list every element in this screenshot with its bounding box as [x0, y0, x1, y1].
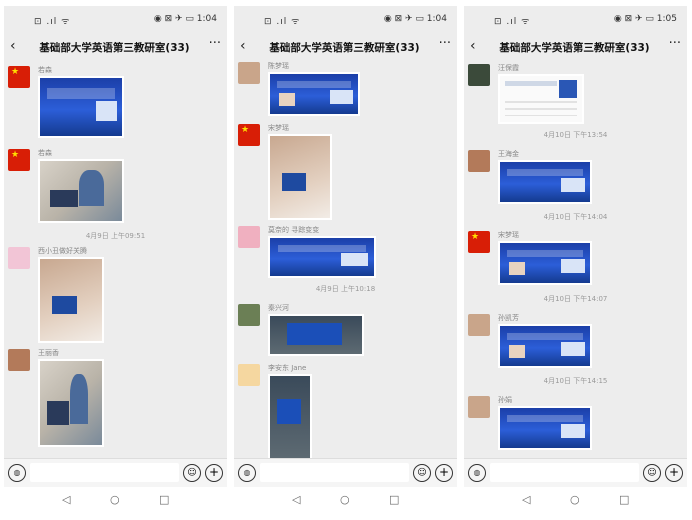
nav-home-icon[interactable]: ○	[110, 493, 120, 506]
nav-recent-icon[interactable]: □	[159, 493, 169, 506]
message-input[interactable]	[260, 463, 409, 482]
avatar[interactable]	[238, 62, 260, 84]
image-message[interactable]	[498, 324, 592, 368]
status-right: ◉ ⊠ ✈ ▭ 1:04	[383, 14, 447, 24]
chat-header: ‹ 基础部大学英语第三教研室(33) ···	[4, 36, 227, 58]
status-bar: ⊡ .ıl ᯤ ◉ ⊠ ✈ ▭ 1:04	[4, 6, 227, 30]
nav-home-icon[interactable]: ○	[570, 493, 580, 506]
chat-window-3: ⊡ .ıl ᯤ ◉ ⊠ ✈ ▭ 1:05 ‹ 基础部大学英语第三教研室(33) …	[464, 6, 687, 514]
timestamp: 4月10日 下午14:15	[543, 377, 608, 385]
sender-name: 西小丑做好关腾	[38, 247, 87, 255]
input-bar: ◍ ☺ +	[4, 458, 227, 487]
avatar[interactable]	[238, 124, 260, 146]
chat-window-1: ⊡ .ıl ᯤ ◉ ⊠ ✈ ▭ 1:04 ‹ 基础部大学英语第三教研室(33) …	[4, 6, 227, 514]
timestamp: 4月10日 下午14:07	[543, 295, 608, 303]
image-message[interactable]	[268, 374, 312, 460]
image-message[interactable]	[38, 359, 104, 447]
sender-name: 汪保霞	[498, 64, 519, 72]
status-right: ◉ ⊠ ✈ ▭ 1:04	[153, 14, 217, 24]
image-message[interactable]	[38, 76, 124, 138]
chat-title: 基础部大学英语第三教研室(33)	[39, 42, 190, 54]
image-message[interactable]	[268, 314, 364, 356]
nav-back-icon[interactable]: ◁	[292, 493, 300, 506]
back-icon[interactable]: ‹	[470, 38, 476, 54]
nav-recent-icon[interactable]: □	[619, 493, 629, 506]
sender-name: 若森	[38, 149, 52, 157]
status-left: ⊡ .ıl ᯤ	[264, 17, 301, 27]
chat-header: ‹ 基础部大学英语第三教研室(33) ···	[234, 36, 457, 58]
sender-name: 孙凯芳	[498, 314, 519, 322]
message-input[interactable]	[490, 463, 639, 482]
system-nav-bar: ◁ ○ □	[4, 487, 227, 514]
chat-header: ‹ 基础部大学英语第三教研室(33) ···	[464, 36, 687, 58]
more-icon[interactable]: ···	[209, 36, 221, 51]
status-bar: ⊡ .ıl ᯤ ◉ ⊠ ✈ ▭ 1:05	[464, 6, 687, 30]
nav-recent-icon[interactable]: □	[389, 493, 399, 506]
emoji-icon[interactable]: ☺	[413, 464, 431, 482]
timestamp: 4月10日 下午13:54	[543, 131, 608, 139]
status-bar: ⊡ .ıl ᯤ ◉ ⊠ ✈ ▭ 1:04	[234, 6, 457, 30]
timestamp: 4月10日 下午14:04	[543, 213, 608, 221]
sender-name: 李安东 Jane	[268, 364, 307, 372]
input-bar: ◍ ☺ +	[234, 458, 457, 487]
sender-name: 若森	[38, 66, 52, 74]
avatar[interactable]	[8, 66, 30, 88]
sender-name: 宋梦瑶	[268, 124, 289, 132]
chat-window-2: ⊡ .ıl ᯤ ◉ ⊠ ✈ ▭ 1:04 ‹ 基础部大学英语第三教研室(33) …	[234, 6, 457, 514]
image-message[interactable]	[268, 134, 332, 220]
sender-name: 陈梦瑶	[268, 62, 289, 70]
sender-name: 王丽香	[38, 349, 59, 357]
input-bar: ◍ ☺ +	[464, 458, 687, 487]
image-message[interactable]	[498, 160, 592, 204]
sender-name: 孙娟	[498, 396, 512, 404]
chat-title: 基础部大学英语第三教研室(33)	[269, 42, 420, 54]
avatar[interactable]	[8, 247, 30, 269]
image-message[interactable]	[38, 257, 104, 343]
avatar[interactable]	[468, 64, 490, 86]
image-message[interactable]	[268, 72, 360, 116]
status-left: ⊡ .ıl ᯤ	[34, 17, 71, 27]
chat-title: 基础部大学英语第三教研室(33)	[499, 42, 650, 54]
back-icon[interactable]: ‹	[10, 38, 16, 54]
avatar[interactable]	[468, 150, 490, 172]
system-nav-bar: ◁ ○ □	[464, 487, 687, 514]
nav-back-icon[interactable]: ◁	[62, 493, 70, 506]
nav-back-icon[interactable]: ◁	[522, 493, 530, 506]
status-left: ⊡ .ıl ᯤ	[494, 17, 531, 27]
image-message[interactable]	[498, 241, 592, 285]
avatar[interactable]	[238, 364, 260, 386]
avatar[interactable]	[8, 149, 30, 171]
more-icon[interactable]: ···	[669, 36, 681, 51]
image-message[interactable]	[498, 406, 592, 450]
voice-icon[interactable]: ◍	[238, 464, 256, 482]
avatar[interactable]	[238, 304, 260, 326]
image-message[interactable]	[498, 74, 584, 124]
image-message[interactable]	[38, 159, 124, 223]
plus-icon[interactable]: +	[205, 464, 223, 482]
timestamp: 4月9日 上午10:18	[315, 285, 376, 293]
avatar[interactable]	[468, 396, 490, 418]
avatar[interactable]	[468, 231, 490, 253]
plus-icon[interactable]: +	[435, 464, 453, 482]
voice-icon[interactable]: ◍	[8, 464, 26, 482]
sender-name: 莫奈的 寻踪变变	[268, 226, 320, 234]
image-message[interactable]	[268, 236, 376, 278]
back-icon[interactable]: ‹	[240, 38, 246, 54]
sender-name: 宋梦瑶	[498, 231, 519, 239]
timestamp: 4月9日 上午09:51	[85, 232, 146, 240]
plus-icon[interactable]: +	[665, 464, 683, 482]
voice-icon[interactable]: ◍	[468, 464, 486, 482]
sender-name: 秦兴河	[268, 304, 289, 312]
emoji-icon[interactable]: ☺	[183, 464, 201, 482]
system-nav-bar: ◁ ○ □	[234, 487, 457, 514]
avatar[interactable]	[8, 349, 30, 371]
more-icon[interactable]: ···	[439, 36, 451, 51]
message-input[interactable]	[30, 463, 179, 482]
avatar[interactable]	[238, 226, 260, 248]
nav-home-icon[interactable]: ○	[340, 493, 350, 506]
emoji-icon[interactable]: ☺	[643, 464, 661, 482]
sender-name: 王海金	[498, 150, 519, 158]
status-right: ◉ ⊠ ✈ ▭ 1:05	[613, 14, 677, 24]
avatar[interactable]	[468, 314, 490, 336]
